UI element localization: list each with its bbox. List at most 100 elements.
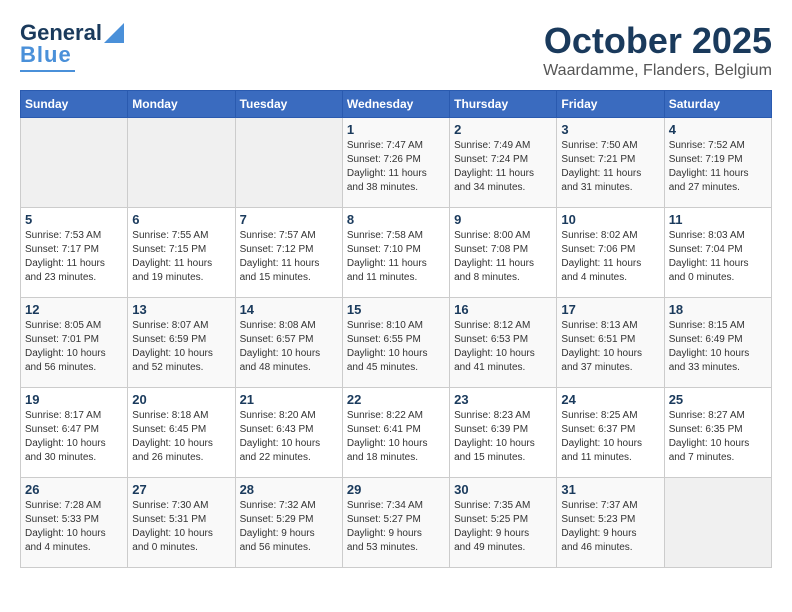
- calendar-week-4: 26 Sunrise: 7:28 AM Sunset: 5:33 PM Dayli…: [21, 478, 772, 568]
- day-info: Sunrise: 7:53 AM Sunset: 7:17 PM Dayligh…: [25, 229, 123, 285]
- table-row: 7 Sunrise: 7:57 AM Sunset: 7:12 PM Daylig…: [235, 208, 342, 298]
- calendar-week-2: 12 Sunrise: 8:05 AM Sunset: 7:01 PM Dayli…: [21, 298, 772, 388]
- table-row: 30 Sunrise: 7:35 AM Sunset: 5:25 PM Dayli…: [450, 478, 557, 568]
- day-info: Sunrise: 8:15 AM Sunset: 6:49 PM Dayligh…: [669, 319, 767, 375]
- table-row: 21 Sunrise: 8:20 AM Sunset: 6:43 PM Dayli…: [235, 388, 342, 478]
- table-row: 28 Sunrise: 7:32 AM Sunset: 5:29 PM Dayli…: [235, 478, 342, 568]
- col-monday: Monday: [128, 91, 235, 118]
- table-row: 6Sunrise: 7:55 AM Sunset: 7:15 PM Daylig…: [128, 208, 235, 298]
- table-row: 3Sunrise: 7:50 AM Sunset: 7:21 PM Daylig…: [557, 118, 664, 208]
- day-info: Sunrise: 8:20 AM Sunset: 6:43 PM Dayligh…: [240, 409, 338, 465]
- day-info: Sunrise: 7:58 AM Sunset: 7:10 PM Dayligh…: [347, 229, 445, 285]
- day-info: Sunrise: 7:34 AM Sunset: 5:27 PM Dayligh…: [347, 499, 445, 555]
- day-number: 27: [132, 482, 230, 497]
- table-row: 16 Sunrise: 8:12 AM Sunset: 6:53 PM Dayli…: [450, 298, 557, 388]
- day-number: 28: [240, 482, 338, 497]
- table-row: 13 Sunrise: 8:07 AM Sunset: 6:59 PM Dayli…: [128, 298, 235, 388]
- table-row: 17 Sunrise: 8:13 AM Sunset: 6:51 PM Dayli…: [557, 298, 664, 388]
- day-number: 5: [25, 212, 123, 227]
- day-info: Sunrise: 7:57 AM Sunset: 7:12 PM Dayligh…: [240, 229, 338, 285]
- day-info: Sunrise: 7:47 AM Sunset: 7:26 PM Dayligh…: [347, 139, 445, 195]
- day-number: 13: [132, 302, 230, 317]
- day-number: 25: [669, 392, 767, 407]
- table-row: 14Sunrise: 8:08 AM Sunset: 6:57 PM Dayli…: [235, 298, 342, 388]
- day-number: 30: [454, 482, 552, 497]
- table-row: 24Sunrise: 8:25 AM Sunset: 6:37 PM Dayli…: [557, 388, 664, 478]
- day-info: Sunrise: 8:22 AM Sunset: 6:41 PM Dayligh…: [347, 409, 445, 465]
- day-info: Sunrise: 7:28 AM Sunset: 5:33 PM Dayligh…: [25, 499, 123, 555]
- day-info: Sunrise: 7:35 AM Sunset: 5:25 PM Dayligh…: [454, 499, 552, 555]
- day-number: 10: [561, 212, 659, 227]
- table-row: 18 Sunrise: 8:15 AM Sunset: 6:49 PM Dayli…: [664, 298, 771, 388]
- day-number: 20: [132, 392, 230, 407]
- day-number: 8: [347, 212, 445, 227]
- calendar-table: Sunday Monday Tuesday Wednesday Thursday…: [20, 90, 772, 568]
- logo-icon: [104, 23, 124, 43]
- day-number: 16: [454, 302, 552, 317]
- title-block: October 2025 Waardamme, Flanders, Belgiu…: [543, 20, 772, 80]
- day-number: 15: [347, 302, 445, 317]
- day-number: 2: [454, 122, 552, 137]
- day-number: 22: [347, 392, 445, 407]
- table-row: [128, 118, 235, 208]
- table-row: 31 Sunrise: 7:37 AM Sunset: 5:23 PM Dayli…: [557, 478, 664, 568]
- table-row: 12 Sunrise: 8:05 AM Sunset: 7:01 PM Dayli…: [21, 298, 128, 388]
- col-saturday: Saturday: [664, 91, 771, 118]
- day-number: 7: [240, 212, 338, 227]
- table-row: 4 Sunrise: 7:52 AM Sunset: 7:19 PM Daylig…: [664, 118, 771, 208]
- table-row: 8 Sunrise: 7:58 AM Sunset: 7:10 PM Daylig…: [342, 208, 449, 298]
- day-info: Sunrise: 7:49 AM Sunset: 7:24 PM Dayligh…: [454, 139, 552, 195]
- day-info: Sunrise: 7:37 AM Sunset: 5:23 PM Dayligh…: [561, 499, 659, 555]
- calendar-week-0: 1Sunrise: 7:47 AM Sunset: 7:26 PM Daylig…: [21, 118, 772, 208]
- day-number: 23: [454, 392, 552, 407]
- day-number: 19: [25, 392, 123, 407]
- calendar-header-row: Sunday Monday Tuesday Wednesday Thursday…: [21, 91, 772, 118]
- day-info: Sunrise: 8:03 AM Sunset: 7:04 PM Dayligh…: [669, 229, 767, 285]
- day-info: Sunrise: 8:17 AM Sunset: 6:47 PM Dayligh…: [25, 409, 123, 465]
- day-info: Sunrise: 8:13 AM Sunset: 6:51 PM Dayligh…: [561, 319, 659, 375]
- table-row: [235, 118, 342, 208]
- table-row: 10Sunrise: 8:02 AM Sunset: 7:06 PM Dayli…: [557, 208, 664, 298]
- day-info: Sunrise: 7:32 AM Sunset: 5:29 PM Dayligh…: [240, 499, 338, 555]
- day-info: Sunrise: 8:07 AM Sunset: 6:59 PM Dayligh…: [132, 319, 230, 375]
- table-row: 1Sunrise: 7:47 AM Sunset: 7:26 PM Daylig…: [342, 118, 449, 208]
- table-row: 25Sunrise: 8:27 AM Sunset: 6:35 PM Dayli…: [664, 388, 771, 478]
- day-number: 12: [25, 302, 123, 317]
- table-row: 15 Sunrise: 8:10 AM Sunset: 6:55 PM Dayli…: [342, 298, 449, 388]
- day-number: 31: [561, 482, 659, 497]
- calendar-subtitle: Waardamme, Flanders, Belgium: [543, 62, 772, 80]
- day-number: 4: [669, 122, 767, 137]
- calendar-week-1: 5 Sunrise: 7:53 AM Sunset: 7:17 PM Daylig…: [21, 208, 772, 298]
- table-row: 11 Sunrise: 8:03 AM Sunset: 7:04 PM Dayli…: [664, 208, 771, 298]
- col-friday: Friday: [557, 91, 664, 118]
- day-info: Sunrise: 7:52 AM Sunset: 7:19 PM Dayligh…: [669, 139, 767, 195]
- table-row: 29 Sunrise: 7:34 AM Sunset: 5:27 PM Dayli…: [342, 478, 449, 568]
- table-row: 2 Sunrise: 7:49 AM Sunset: 7:24 PM Daylig…: [450, 118, 557, 208]
- day-number: 29: [347, 482, 445, 497]
- day-info: Sunrise: 8:08 AM Sunset: 6:57 PM Dayligh…: [240, 319, 338, 375]
- logo: General Blue: [20, 20, 124, 72]
- day-number: 18: [669, 302, 767, 317]
- col-thursday: Thursday: [450, 91, 557, 118]
- day-number: 6: [132, 212, 230, 227]
- table-row: 19 Sunrise: 8:17 AM Sunset: 6:47 PM Dayli…: [21, 388, 128, 478]
- day-number: 11: [669, 212, 767, 227]
- day-info: Sunrise: 8:12 AM Sunset: 6:53 PM Dayligh…: [454, 319, 552, 375]
- day-info: Sunrise: 8:23 AM Sunset: 6:39 PM Dayligh…: [454, 409, 552, 465]
- day-info: Sunrise: 8:18 AM Sunset: 6:45 PM Dayligh…: [132, 409, 230, 465]
- day-info: Sunrise: 8:10 AM Sunset: 6:55 PM Dayligh…: [347, 319, 445, 375]
- calendar-week-3: 19 Sunrise: 8:17 AM Sunset: 6:47 PM Dayli…: [21, 388, 772, 478]
- table-row: 23 Sunrise: 8:23 AM Sunset: 6:39 PM Dayli…: [450, 388, 557, 478]
- table-row: 27Sunrise: 7:30 AM Sunset: 5:31 PM Dayli…: [128, 478, 235, 568]
- col-tuesday: Tuesday: [235, 91, 342, 118]
- table-row: 5 Sunrise: 7:53 AM Sunset: 7:17 PM Daylig…: [21, 208, 128, 298]
- col-wednesday: Wednesday: [342, 91, 449, 118]
- day-number: 3: [561, 122, 659, 137]
- day-number: 24: [561, 392, 659, 407]
- day-number: 17: [561, 302, 659, 317]
- page-header: General Blue October 2025 Waardamme, Fla…: [20, 20, 772, 80]
- day-info: Sunrise: 8:05 AM Sunset: 7:01 PM Dayligh…: [25, 319, 123, 375]
- day-number: 21: [240, 392, 338, 407]
- calendar-title: October 2025: [543, 20, 772, 62]
- day-number: 26: [25, 482, 123, 497]
